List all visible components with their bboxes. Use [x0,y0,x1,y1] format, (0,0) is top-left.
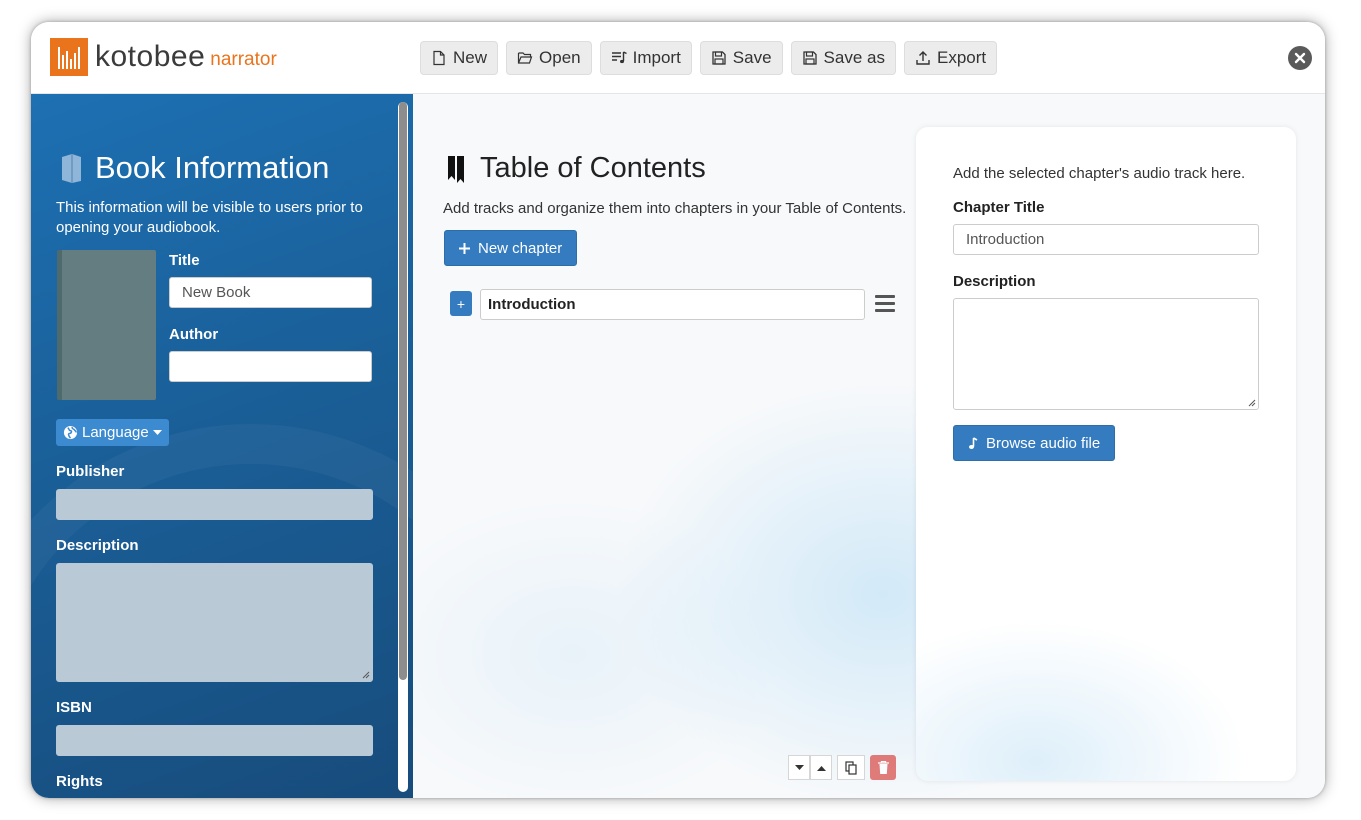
duplicate-button[interactable] [837,755,865,780]
resize-grip-icon[interactable] [1246,397,1256,407]
author-input[interactable] [169,351,372,382]
chapter-expand-button[interactable]: + [450,291,472,316]
export-icon [916,51,930,65]
title-label: Title [169,252,200,269]
publisher-label: Publisher [56,463,125,480]
copy-icon [845,760,857,775]
header: kotobee narrator New Open Import Save Sa… [31,22,1325,94]
isbn-input[interactable] [56,725,373,756]
chapter-description-textarea[interactable] [953,298,1259,410]
save-button[interactable]: Save [699,41,783,75]
panel-hint: Add the selected chapter's audio track h… [953,165,1246,182]
toc-header: Table of Contents [446,152,706,185]
logo-name: kotobee [95,40,206,73]
export-button[interactable]: Export [903,41,998,75]
folder-open-icon [517,52,533,64]
book-icon [62,154,81,183]
toolbar: New Open Import Save Save as Export [420,41,998,75]
publisher-input[interactable] [56,489,373,520]
bookmarks-icon [448,155,464,183]
logo: kotobee narrator [50,38,277,76]
drag-handle-icon[interactable] [875,295,895,313]
app-window: kotobee narrator New Open Import Save Sa… [31,22,1325,798]
book-information-sidebar: Book Information This information will b… [31,94,413,798]
plus-icon [459,242,470,254]
description-textarea[interactable] [56,563,373,682]
save-button-label: Save [732,48,772,67]
delete-button[interactable] [870,755,896,780]
rights-label: Rights [56,773,103,790]
new-chapter-label: New chapter [478,239,563,257]
save-as-button[interactable]: Save as [790,41,896,75]
chapter-title-field[interactable]: Introduction [953,224,1259,255]
plus-icon: + [456,295,466,312]
sidebar-title: Book Information [95,150,330,185]
open-button-label: Open [539,48,581,67]
music-note-icon [969,436,978,449]
new-button[interactable]: New [420,41,499,75]
floppy-disk-icon [802,51,817,65]
close-icon [1294,52,1306,64]
chapter-details-panel: Add the selected chapter's audio track h… [916,127,1296,781]
main-area: Table of Contents Add tracks and organiz… [413,94,1325,798]
move-up-button[interactable] [810,755,832,780]
globe-icon [63,425,78,440]
floppy-disk-icon [712,51,726,65]
resize-grip-icon[interactable] [360,669,370,679]
new-chapter-button[interactable]: New chapter [444,230,578,266]
language-label: Language [82,424,149,441]
sidebar-header: Book Information [59,150,329,186]
import-button[interactable]: Import [599,41,692,75]
open-button[interactable]: Open [506,41,592,75]
logo-subtitle: narrator [210,49,277,70]
move-down-button[interactable] [788,755,810,780]
import-button-label: Import [632,48,681,67]
description-label: Description [56,537,139,554]
chapter-description-label: Description [953,273,1036,290]
trash-icon [877,761,889,774]
chapter-title-input[interactable]: Introduction [480,289,865,320]
new-button-label: New [453,48,488,67]
file-icon [433,50,445,66]
isbn-label: ISBN [56,699,92,716]
browse-audio-button[interactable]: Browse audio file [953,425,1116,461]
chapter-tools [788,755,896,780]
book-cover[interactable] [57,250,156,400]
toc-title: Table of Contents [480,152,706,184]
save-as-button-label: Save as [823,48,885,67]
chapter-title-label: Chapter Title [953,199,1045,216]
caret-down-icon [152,429,162,435]
export-button-label: Export [936,48,987,67]
chapter-row: + Introduction [450,289,900,321]
sidebar-description: This information will be visible to user… [56,199,363,236]
sidebar-scrollbar[interactable] [398,102,408,792]
caret-down-icon [794,764,804,770]
language-dropdown[interactable]: Language [56,419,169,446]
sidebar-scrollbar-thumb[interactable] [399,102,407,680]
logo-mark-icon [50,38,88,76]
caret-up-icon [816,765,826,771]
close-button[interactable] [1288,46,1312,70]
title-input[interactable]: New Book [169,277,372,308]
import-music-icon [611,51,627,64]
browse-audio-label: Browse audio file [986,434,1101,452]
author-label: Author [169,326,219,343]
toc-description: Add tracks and organize them into chapte… [443,200,907,217]
